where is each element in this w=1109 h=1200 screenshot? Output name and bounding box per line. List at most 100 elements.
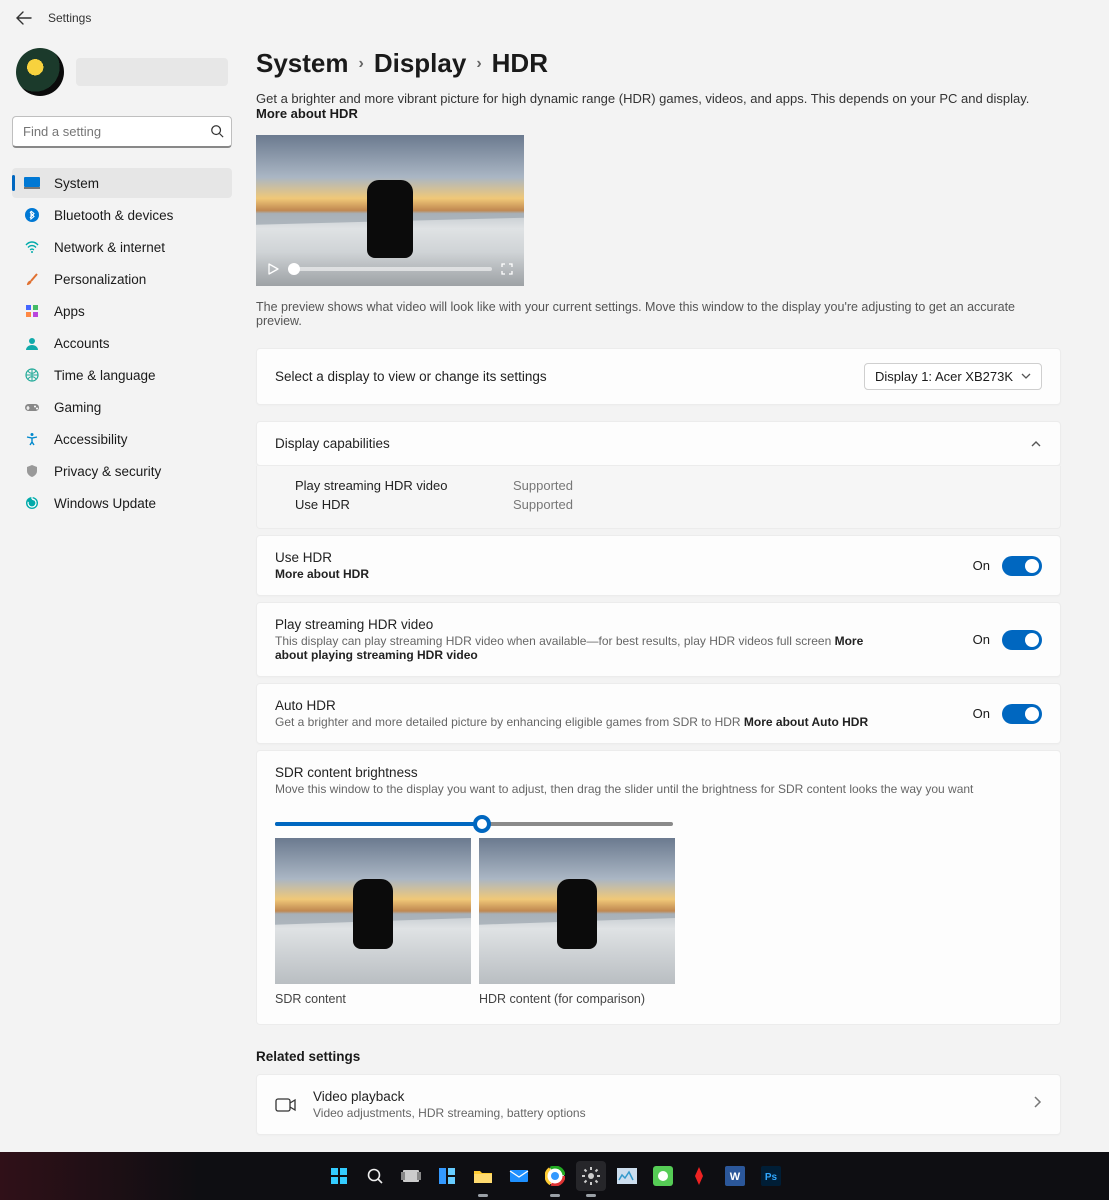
settings-button[interactable]: [576, 1161, 606, 1191]
sidebar-item-label: System: [54, 176, 99, 191]
start-button[interactable]: [324, 1161, 354, 1191]
sidebar-nav: System Bluetooth & devices Network & int…: [12, 168, 232, 518]
more-about-hdr-link[interactable]: More about HDR: [275, 567, 369, 581]
hdr-label: HDR content (for comparison): [479, 992, 675, 1006]
sdr-preview-image: [275, 838, 471, 984]
auto-hdr-row: Auto HDR Get a brighter and more detaile…: [256, 683, 1061, 744]
person-icon: [24, 335, 40, 351]
bluetooth-icon: [24, 207, 40, 223]
sidebar-item-system[interactable]: System: [12, 168, 232, 198]
auto-hdr-state: On: [973, 706, 990, 721]
breadcrumb: System › Display › HDR: [256, 48, 1061, 79]
app-title: Settings: [48, 11, 91, 25]
sidebar-item-windows-update[interactable]: Windows Update: [12, 488, 232, 518]
mail-button[interactable]: [504, 1161, 534, 1191]
apps-icon: [24, 303, 40, 319]
brush-icon: [24, 271, 40, 287]
stream-hdr-title: Play streaming HDR video: [275, 617, 895, 632]
display-selector-dropdown[interactable]: Display 1: Acer XB273K: [864, 363, 1042, 390]
chevron-right-icon: ›: [359, 55, 364, 73]
user-row[interactable]: [12, 44, 232, 100]
sidebar-item-label: Personalization: [54, 272, 146, 287]
taskbar-app-2[interactable]: [648, 1161, 678, 1191]
display-capabilities-header[interactable]: Display capabilities: [256, 421, 1061, 466]
chrome-button[interactable]: [540, 1161, 570, 1191]
video-playback-sub: Video adjustments, HDR streaming, batter…: [313, 1106, 1016, 1120]
sidebar-item-label: Time & language: [54, 368, 156, 383]
shield-icon: [24, 463, 40, 479]
avatar: [16, 48, 64, 96]
video-playback-row[interactable]: Video playback Video adjustments, HDR st…: [256, 1074, 1061, 1135]
sdr-brightness-title: SDR content brightness: [275, 765, 1042, 780]
auto-hdr-toggle[interactable]: [1002, 704, 1042, 724]
use-hdr-toggle[interactable]: [1002, 556, 1042, 576]
chevron-right-icon: [1032, 1095, 1042, 1114]
chevron-up-icon: [1030, 438, 1042, 450]
svg-text:Ps: Ps: [764, 1172, 777, 1183]
crumb-display[interactable]: Display: [374, 48, 467, 79]
more-about-hdr-link[interactable]: More about HDR: [256, 106, 358, 121]
task-view-button[interactable]: [396, 1161, 426, 1191]
use-hdr-state: On: [973, 558, 990, 573]
sdr-label: SDR content: [275, 992, 471, 1006]
user-name-placeholder: [76, 58, 228, 86]
play-button[interactable]: [266, 262, 280, 276]
widgets-button[interactable]: [432, 1161, 462, 1191]
display-selector-label: Select a display to view or change its s…: [275, 369, 547, 384]
word-button[interactable]: W: [720, 1161, 750, 1191]
display-capabilities-title: Display capabilities: [275, 436, 390, 451]
sidebar-item-gaming[interactable]: Gaming: [12, 392, 232, 422]
update-icon: [24, 495, 40, 511]
back-button[interactable]: [12, 6, 36, 30]
wifi-icon: [24, 239, 40, 255]
crumb-system[interactable]: System: [256, 48, 349, 79]
chevron-right-icon: ›: [476, 55, 481, 73]
arrow-left-icon: [16, 10, 32, 26]
sidebar-item-personalization[interactable]: Personalization: [12, 264, 232, 294]
system-icon: [24, 175, 40, 191]
search-input[interactable]: [12, 116, 232, 148]
preview-caption: The preview shows what video will look l…: [256, 300, 1061, 328]
taskbar-app-1[interactable]: [612, 1161, 642, 1191]
video-seek-slider[interactable]: [288, 267, 492, 271]
gaming-icon: [24, 399, 40, 415]
taskbar-app-3[interactable]: [684, 1161, 714, 1191]
taskbar: W Ps: [0, 1152, 1109, 1200]
sdr-brightness-slider[interactable]: [275, 822, 673, 826]
sidebar-item-label: Apps: [54, 304, 85, 319]
sidebar-item-bluetooth[interactable]: Bluetooth & devices: [12, 200, 232, 230]
file-explorer-button[interactable]: [468, 1161, 498, 1191]
svg-text:W: W: [729, 1171, 740, 1183]
intro-text: Get a brighter and more vibrant picture …: [256, 91, 1061, 121]
more-about-auto-hdr-link[interactable]: More about Auto HDR: [744, 715, 868, 729]
sidebar-item-label: Windows Update: [54, 496, 156, 511]
video-icon: [275, 1094, 297, 1116]
chevron-down-icon: [1021, 369, 1031, 384]
sidebar-item-time-language[interactable]: Time & language: [12, 360, 232, 390]
video-playback-title: Video playback: [313, 1089, 1016, 1104]
sidebar-item-accounts[interactable]: Accounts: [12, 328, 232, 358]
sidebar-item-label: Bluetooth & devices: [54, 208, 173, 223]
hdr-preview-image: [479, 838, 675, 984]
sidebar-item-network[interactable]: Network & internet: [12, 232, 232, 262]
sidebar-item-label: Accessibility: [54, 432, 128, 447]
sidebar-item-apps[interactable]: Apps: [12, 296, 232, 326]
search-icon[interactable]: [210, 124, 224, 143]
photoshop-button[interactable]: Ps: [756, 1161, 786, 1191]
use-hdr-row: Use HDR More about HDR On: [256, 535, 1061, 596]
fullscreen-button[interactable]: [500, 262, 514, 276]
accessibility-icon: [24, 431, 40, 447]
search-button[interactable]: [360, 1161, 390, 1191]
crumb-current: HDR: [492, 48, 548, 79]
auto-hdr-title: Auto HDR: [275, 698, 868, 713]
sidebar-item-label: Network & internet: [54, 240, 165, 255]
slider-thumb[interactable]: [473, 815, 491, 833]
stream-hdr-toggle[interactable]: [1002, 630, 1042, 650]
sidebar-item-privacy[interactable]: Privacy & security: [12, 456, 232, 486]
related-settings-heading: Related settings: [256, 1049, 1061, 1064]
sidebar-item-accessibility[interactable]: Accessibility: [12, 424, 232, 454]
sidebar-item-label: Privacy & security: [54, 464, 161, 479]
stream-hdr-state: On: [973, 632, 990, 647]
sidebar-item-label: Accounts: [54, 336, 110, 351]
sdr-brightness-section: SDR content brightness Move this window …: [256, 750, 1061, 1025]
